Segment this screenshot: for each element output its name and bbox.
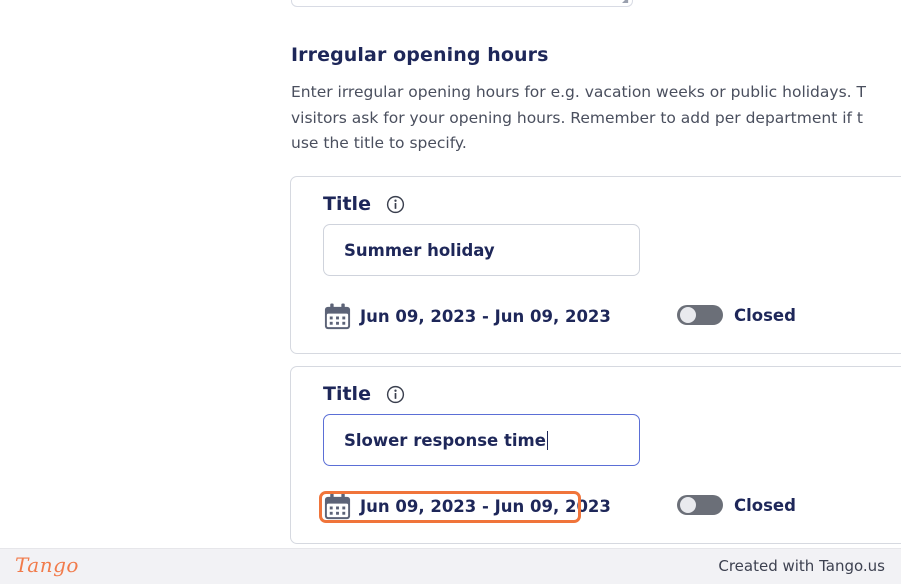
- toggle-knob: [680, 307, 696, 323]
- irregular-hours-entry: Title Summer holiday Jun 09, 2023 - Jun …: [290, 176, 901, 354]
- section-description: Enter irregular opening hours for e.g. v…: [291, 80, 901, 157]
- description-line: Enter irregular opening hours for e.g. v…: [291, 83, 866, 101]
- date-range-picker[interactable]: Jun 09, 2023 - Jun 09, 2023: [323, 301, 611, 331]
- footer-credit[interactable]: Created with Tango.us: [718, 557, 885, 575]
- closed-toggle-label: Closed: [734, 305, 796, 325]
- tango-logo[interactable]: Tango: [15, 553, 79, 577]
- toggle-knob: [680, 497, 696, 513]
- footer-bar: Tango Created with Tango.us: [0, 548, 901, 584]
- click-highlight: [319, 491, 581, 523]
- info-icon[interactable]: [386, 385, 405, 404]
- closed-toggle[interactable]: [677, 305, 723, 325]
- settings-panel: ◢ Irregular opening hours Enter irregula…: [0, 0, 901, 548]
- closed-toggle-group: Closed: [677, 495, 796, 515]
- calendar-icon: [324, 302, 351, 329]
- title-label: Title: [323, 193, 371, 215]
- closed-toggle-label: Closed: [734, 495, 796, 515]
- title-input-value: Slower response time: [344, 430, 546, 450]
- closed-toggle-group: Closed: [677, 305, 796, 325]
- text-caret: [546, 430, 548, 450]
- title-input[interactable]: Slower response time: [323, 414, 640, 466]
- title-input[interactable]: Summer holiday: [323, 224, 640, 276]
- screenshot-canvas: ◢ Irregular opening hours Enter irregula…: [0, 0, 901, 548]
- description-line: visitors ask for your opening hours. Rem…: [291, 108, 863, 127]
- closed-toggle[interactable]: [677, 495, 723, 515]
- description-line: use the title to specify.: [291, 134, 467, 152]
- previous-textarea[interactable]: ◢: [291, 0, 633, 7]
- info-icon[interactable]: [386, 195, 405, 214]
- title-input-value: Summer holiday: [344, 240, 495, 260]
- irregular-hours-entry: Title Slower response time Jun 09, 2023 …: [290, 366, 901, 544]
- resize-grip-icon[interactable]: ◢: [622, 0, 630, 4]
- date-range-text: Jun 09, 2023 - Jun 09, 2023: [360, 306, 611, 326]
- section-title: Irregular opening hours: [291, 44, 549, 66]
- title-label: Title: [323, 383, 371, 405]
